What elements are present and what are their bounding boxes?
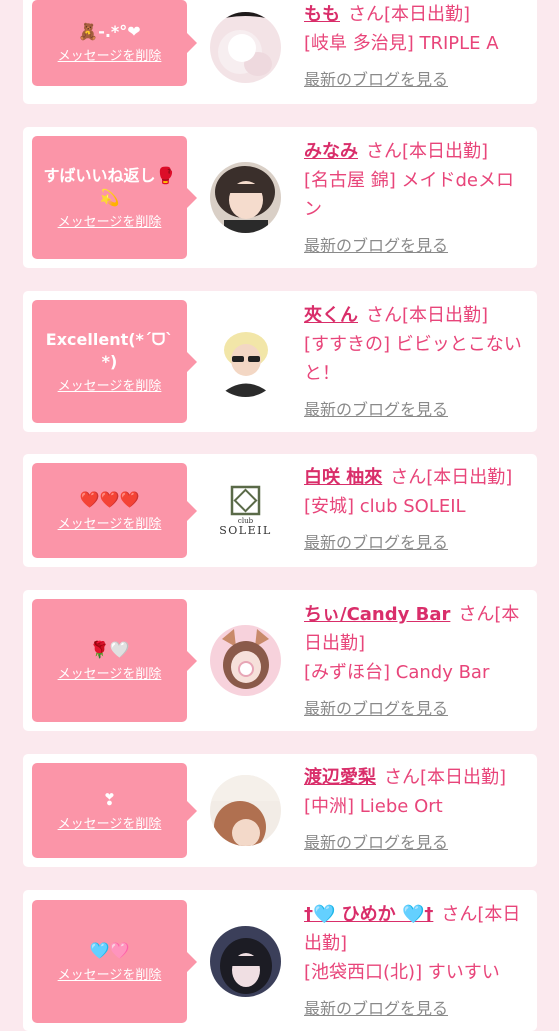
delete-message-link[interactable]: メッセージを削除 [58, 517, 162, 533]
message-card: すばいいね返し🥊💫 メッセージを削除 みなみ さん[本日出勤] [名古屋 錦] メ… [23, 127, 537, 268]
message-card: 🧸-.*°❤ メッセージを削除 もも さん[本日出勤] [岐阜 多治見] TRIP… [23, 0, 537, 104]
message-bubble: ❤️❤️❤️ メッセージを削除 [32, 463, 197, 558]
shop-label: [みずほ台] Candy Bar [304, 662, 490, 683]
shop-label: [池袋西口(北)] すいすい [304, 962, 500, 983]
message-bubble: 🌹🤍 メッセージを削除 [32, 599, 197, 722]
message-card: ❤️❤️❤️ メッセージを削除 club SOLEIL 白咲 柚來 さん[本日出勤… [23, 454, 537, 567]
cast-status: さん[本日出勤] [390, 467, 513, 488]
message-text: 🩵🩷 [89, 940, 130, 960]
avatar[interactable]: club SOLEIL [210, 475, 281, 546]
message-card: 🩵🩷 メッセージを削除 †🩵 ひめか 🩵† さん[本日出勤] [池袋西口(北)] … [23, 890, 537, 1031]
latest-blog-link[interactable]: 最新のブログを見る [304, 994, 529, 1023]
delete-message-link[interactable]: メッセージを削除 [58, 379, 162, 395]
avatar-photo-icon [210, 162, 281, 233]
club-soleil-logo-icon: club SOLEIL [210, 475, 281, 546]
cast-status: さん[本日出勤] [366, 141, 489, 162]
cast-info: 白咲 柚來 さん[本日出勤] [安城] club SOLEIL 最新のブログを見る [304, 463, 529, 557]
cast-status: さん[本日出勤] [366, 305, 489, 326]
avatar[interactable] [210, 162, 281, 233]
cast-info: 夾くん さん[本日出勤] [すすきの] ビビッとこないと！ 最新のブログを見る [304, 301, 529, 424]
message-card: 🌹🤍 メッセージを削除 ちぃ/Candy Bar さん[本日出勤] [みずほ台] … [23, 590, 537, 731]
latest-blog-link[interactable]: 最新のブログを見る [304, 231, 529, 260]
message-text: 🌹🤍 [89, 639, 130, 659]
shop-label: [中洲] Liebe Ort [304, 796, 443, 817]
latest-blog-link[interactable]: 最新のブログを見る [304, 694, 529, 723]
message-bubble: すばいいね返し🥊💫 メッセージを削除 [32, 136, 197, 259]
cast-status: さん[本日出勤] [384, 767, 507, 788]
cast-name-link[interactable]: 夾くん [304, 305, 358, 326]
latest-blog-link[interactable]: 最新のブログを見る [304, 395, 529, 424]
latest-blog-link[interactable]: 最新のブログを見る [304, 528, 529, 557]
cast-name-link[interactable]: 渡辺愛梨 [304, 767, 376, 788]
delete-message-link[interactable]: メッセージを削除 [58, 817, 162, 833]
cast-name-link[interactable]: 白咲 柚來 [304, 467, 382, 488]
latest-blog-link[interactable]: 最新のブログを見る [304, 828, 529, 857]
shop-label: [名古屋 錦] メイドdeメロン [304, 170, 514, 220]
shop-label: [安城] club SOLEIL [304, 496, 466, 517]
logo-text-big: SOLEIL [219, 524, 272, 537]
message-text: ❤️❤️❤️ [79, 489, 140, 509]
avatar-photo-icon [210, 926, 281, 997]
delete-message-link[interactable]: メッセージを削除 [58, 215, 162, 231]
shop-label: [岐阜 多治見] TRIPLE A [304, 33, 499, 54]
avatar-photo-icon [210, 12, 281, 83]
message-bubble: Excellent(*ˊᗜˋ*) メッセージを削除 [32, 300, 197, 423]
avatar[interactable] [210, 775, 281, 846]
avatar-photo-icon [210, 775, 281, 846]
cast-info: みなみ さん[本日出勤] [名古屋 錦] メイドdeメロン 最新のブログを見る [304, 137, 529, 260]
cast-info: †🩵 ひめか 🩵† さん[本日出勤] [池袋西口(北)] すいすい 最新のブログを… [304, 900, 529, 1023]
message-text: 🧸-.*°❤ [78, 22, 141, 41]
avatar-photo-icon [210, 625, 281, 696]
cast-info: もも さん[本日出勤] [岐阜 多治見] TRIPLE A 最新のブログを見る [304, 0, 529, 94]
cast-info: 渡辺愛梨 さん[本日出勤] [中洲] Liebe Ort 最新のブログを見る [304, 763, 529, 857]
delete-message-link[interactable]: メッセージを削除 [58, 49, 162, 65]
delete-message-link[interactable]: メッセージを削除 [58, 667, 162, 683]
message-bubble: ❣ メッセージを削除 [32, 763, 197, 858]
cast-info: ちぃ/Candy Bar さん[本日出勤] [みずほ台] Candy Bar 最新… [304, 600, 529, 723]
cast-name-link[interactable]: †🩵 ひめか 🩵† [304, 904, 433, 925]
message-card: Excellent(*ˊᗜˋ*) メッセージを削除 夾くん さん[本日出勤] [す… [23, 291, 537, 432]
avatar[interactable] [210, 326, 281, 397]
cast-status: さん[本日出勤] [348, 4, 471, 25]
message-bubble: 🧸-.*°❤ メッセージを削除 [32, 0, 197, 86]
avatar-photo-icon [210, 326, 281, 397]
message-text: すばいいね返し🥊💫 [43, 165, 176, 207]
cast-name-link[interactable]: もも [304, 4, 340, 25]
cast-name-link[interactable]: みなみ [304, 141, 358, 162]
cast-name-link[interactable]: ちぃ/Candy Bar [304, 604, 450, 625]
message-text: ❣ [102, 789, 117, 809]
avatar[interactable] [210, 625, 281, 696]
delete-message-link[interactable]: メッセージを削除 [58, 968, 162, 984]
avatar[interactable] [210, 12, 281, 83]
message-card: ❣ メッセージを削除 渡辺愛梨 さん[本日出勤] [中洲] Liebe Ort 最… [23, 754, 537, 867]
message-bubble: 🩵🩷 メッセージを削除 [32, 900, 197, 1023]
latest-blog-link[interactable]: 最新のブログを見る [304, 65, 529, 94]
shop-label: [すすきの] ビビッとこないと！ [304, 334, 522, 384]
avatar[interactable] [210, 926, 281, 997]
message-text: Excellent(*ˊᗜˋ*) [45, 329, 174, 371]
